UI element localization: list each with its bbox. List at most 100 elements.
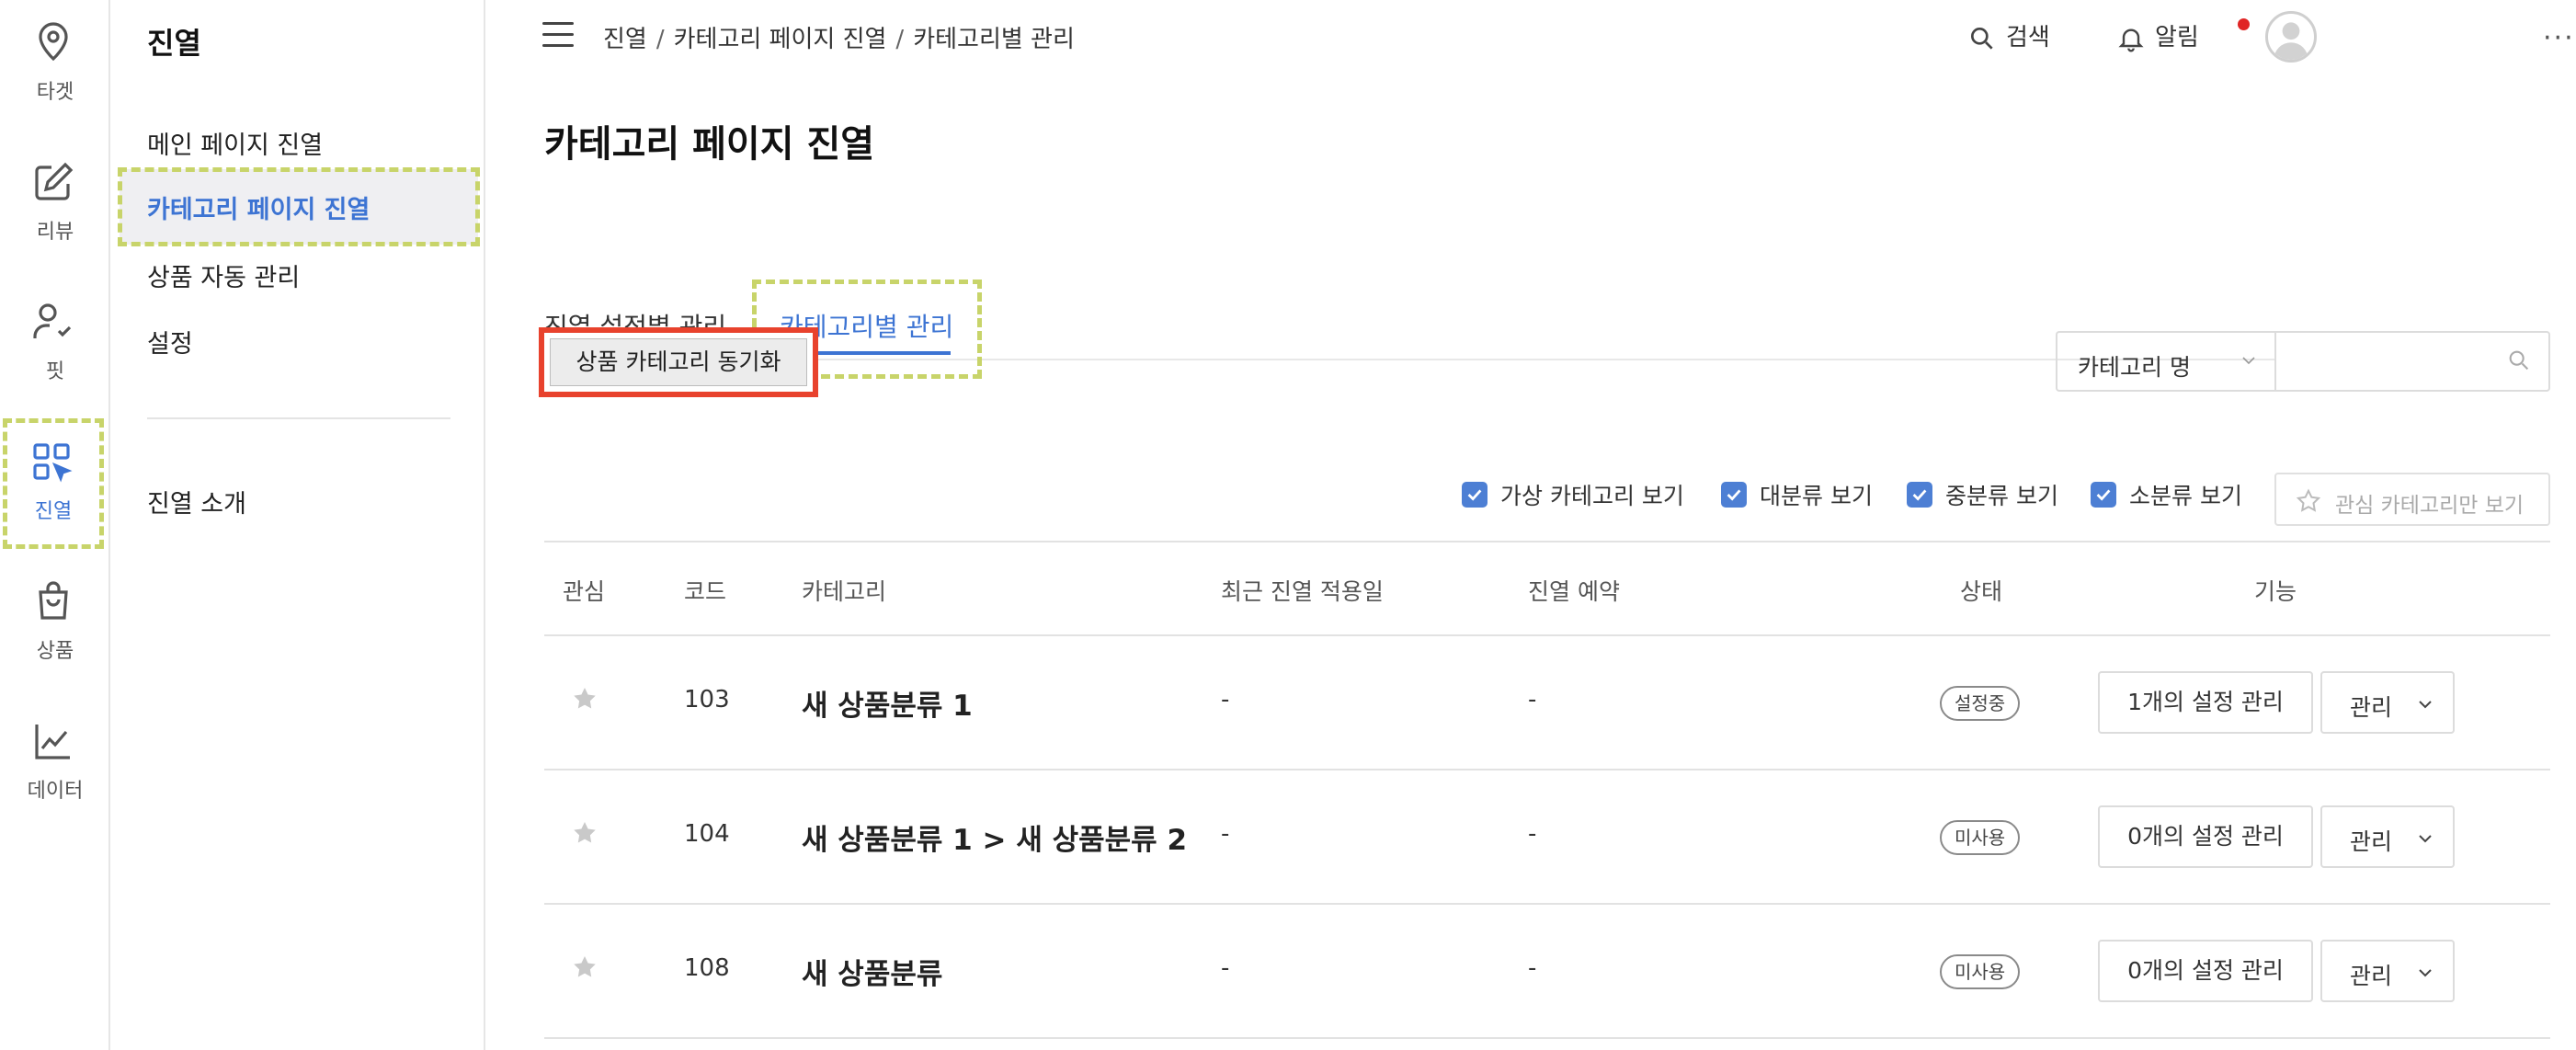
table-row: 108 새 상품분류 - - 미사용 0개의 설정 관리 관리 [544, 905, 2550, 1039]
menu-item-category-page-display[interactable]: 카테고리 페이지 진열 [118, 167, 480, 246]
favorites-only-button[interactable]: 관심 카테고리만 보기 [2274, 473, 2550, 526]
display-grid-icon [33, 443, 73, 483]
more-options-icon[interactable]: ··· [2543, 22, 2575, 54]
display-submenu: 진열 메인 페이지 진열 카테고리 페이지 진열 상품 자동 관리 설정 진열 … [110, 0, 485, 1050]
location-pin-icon [39, 22, 68, 62]
avatar[interactable] [2265, 11, 2317, 63]
column-header-favorite: 관심 [563, 578, 606, 605]
bell-icon [2118, 29, 2144, 51]
table-row: 104 새 상품분류 1 > 새 상품분류 2 - - 미사용 0개의 설정 관… [544, 770, 2550, 905]
table-header: 관심 코드 카테고리 최근 진열 적용일 진열 예약 상태 기능 [544, 541, 2550, 636]
row-last-applied: - [1221, 954, 1230, 982]
rail-item-product[interactable]: 상품 [0, 559, 110, 688]
edit-icon [35, 162, 74, 200]
row-last-applied: - [1221, 820, 1230, 848]
row-category: 새 상품분류 1 > 새 상품분류 2 [802, 824, 1188, 857]
icon-rail: 타겟 리뷰 핏 진열 상품 데이터 [0, 0, 110, 1050]
manage-dropdown-label: 관리 [2350, 694, 2393, 721]
line-chart-icon [35, 725, 70, 759]
rail-label-data: 데이터 [27, 780, 84, 803]
manage-dropdown-label: 관리 [2350, 963, 2393, 989]
row-category: 새 상품분류 [802, 958, 943, 991]
manage-dropdown-button[interactable]: 관리 [2320, 805, 2455, 868]
category-table: 관심 코드 카테고리 최근 진열 적용일 진열 예약 상태 기능 103 새 상… [544, 541, 2550, 1039]
chevron-down-icon [2419, 969, 2432, 977]
column-header-function: 기능 [2254, 578, 2297, 605]
status-badge: 미사용 [1940, 954, 2021, 989]
rail-item-review[interactable]: 리뷰 [0, 140, 110, 268]
checkbox-label: 중분류 보기 [1945, 483, 2058, 509]
top-bar: 진열 / 카테고리 페이지 진열 / 카테고리별 관리 검색 알림 ··· [485, 0, 2576, 74]
alarm-button[interactable]: 알림 [2116, 18, 2250, 53]
menu-divider [147, 417, 450, 419]
rail-item-fit[interactable]: 핏 [0, 280, 110, 408]
breadcrumb-item[interactable]: 카테고리 페이지 진열 [674, 26, 887, 53]
hamburger-menu-icon[interactable] [542, 22, 574, 48]
menu-item-main-page-display[interactable]: 메인 페이지 진열 [147, 125, 323, 161]
user-avatar-icon [2274, 22, 2308, 60]
search-type-selected: 카테고리 명 [2078, 354, 2191, 381]
checkbox-checked-icon [1907, 482, 1932, 508]
manage-settings-button[interactable]: 0개의 설정 관리 [2098, 805, 2313, 868]
checkbox-checked-icon [1721, 482, 1747, 508]
chevron-down-icon [2242, 357, 2255, 365]
status-badge: 설정중 [1940, 686, 2021, 721]
search-input[interactable] [2274, 331, 2550, 392]
table-row: 103 새 상품분류 1 - - 설정중 1개의 설정 관리 관리 [544, 636, 2550, 770]
manage-dropdown-button[interactable]: 관리 [2320, 940, 2455, 1002]
star-icon[interactable] [570, 818, 599, 848]
rail-item-target[interactable]: 타겟 [0, 0, 110, 129]
menu-item-settings[interactable]: 설정 [147, 324, 193, 360]
row-code: 104 [684, 820, 730, 848]
sync-category-button[interactable]: 상품 카테고리 동기화 [539, 327, 818, 397]
search-label: 검색 [2006, 24, 2050, 51]
chevron-down-icon [2419, 835, 2432, 843]
shopping-bag-icon [39, 581, 68, 620]
search-type-select[interactable]: 카테고리 명 [2056, 331, 2276, 392]
breadcrumb-item: 카테고리별 관리 [913, 26, 1075, 53]
main-content: 카테고리 페이지 진열 진열 설정별 관리 카테고리별 관리 상품 카테고리 동… [485, 74, 2576, 1050]
menu-item-auto-product-manage[interactable]: 상품 자동 관리 [147, 257, 300, 293]
menu-item-display-intro[interactable]: 진열 소개 [147, 484, 246, 519]
manage-settings-button[interactable]: 0개의 설정 관리 [2098, 940, 2313, 1002]
checkbox-small-category[interactable]: 소분류 보기 [2091, 478, 2242, 511]
rail-label-review: 리뷰 [36, 221, 74, 244]
row-category: 새 상품분류 1 [802, 690, 973, 723]
search-button[interactable]: 검색 [1967, 18, 2050, 53]
user-check-icon [33, 303, 72, 338]
breadcrumb: 진열 / 카테고리 페이지 진열 / 카테고리별 관리 [603, 26, 1075, 53]
column-header-last-applied: 최근 진열 적용일 [1221, 578, 1384, 605]
row-reservation: - [1528, 686, 1537, 713]
rail-label-product: 상품 [36, 640, 74, 663]
submenu-title: 진열 [147, 26, 201, 61]
checkbox-label: 대분류 보기 [1760, 483, 1873, 509]
checkbox-label: 가상 카테고리 보기 [1500, 483, 1684, 509]
checkbox-label: 소분류 보기 [2129, 483, 2242, 509]
chevron-down-icon [2419, 701, 2432, 709]
checkbox-medium-category[interactable]: 중분류 보기 [1907, 478, 2058, 511]
sync-category-button-label: 상품 카테고리 동기화 [550, 338, 807, 386]
favorites-only-label: 관심 카테고리만 보기 [2335, 494, 2525, 518]
column-header-category: 카테고리 [802, 578, 887, 605]
search-icon [1971, 27, 1993, 50]
row-reservation: - [1528, 820, 1537, 848]
checkbox-virtual-category[interactable]: 가상 카테고리 보기 [1462, 478, 1684, 511]
breadcrumb-item[interactable]: 진열 [603, 26, 647, 53]
row-last-applied: - [1221, 686, 1230, 713]
checkbox-checked-icon [1462, 482, 1487, 508]
rail-label-display: 진열 [34, 500, 73, 523]
manage-dropdown-button[interactable]: 관리 [2320, 671, 2455, 734]
column-header-status: 상태 [1960, 578, 2003, 605]
row-reservation: - [1528, 954, 1537, 982]
filter-bar: 가상 카테고리 보기 대분류 보기 중분류 보기 소분류 보기 [485, 469, 2550, 524]
manage-settings-button[interactable]: 1개의 설정 관리 [2098, 671, 2313, 734]
star-icon[interactable] [570, 684, 599, 713]
row-code: 108 [684, 954, 730, 982]
rail-item-data[interactable]: 데이터 [0, 699, 110, 827]
star-outline-icon [2296, 488, 2321, 512]
star-icon[interactable] [570, 953, 599, 982]
manage-dropdown-label: 관리 [2350, 828, 2393, 855]
rail-label-fit: 핏 [45, 360, 65, 383]
checkbox-large-category[interactable]: 대분류 보기 [1721, 478, 1873, 511]
rail-item-display[interactable]: 진열 [3, 418, 104, 549]
